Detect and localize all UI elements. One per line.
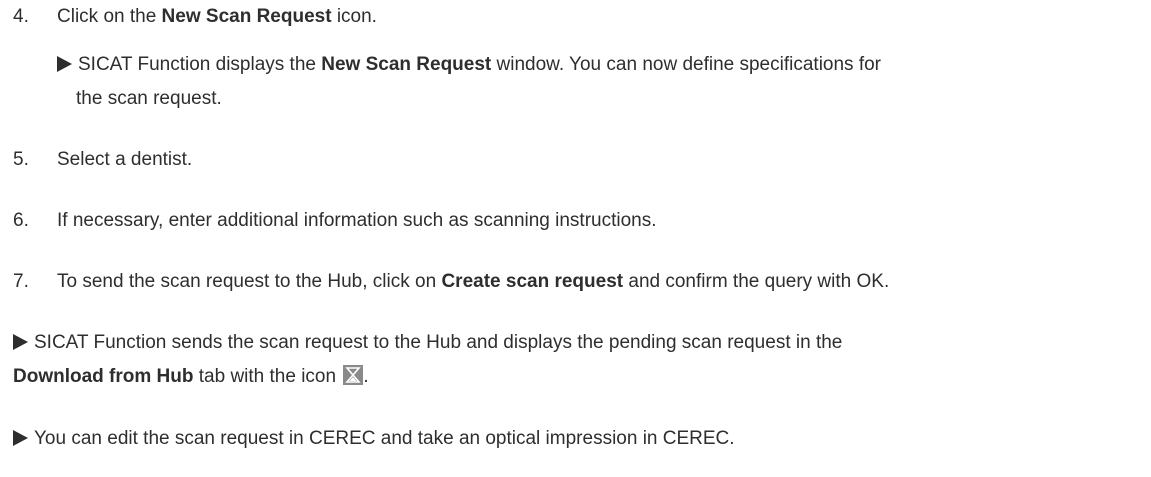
step-text: Click on the New Scan Request icon.: [57, 6, 377, 27]
step-number: 5.: [13, 149, 29, 170]
result-1-line-1: SICAT Function sends the scan request to…: [13, 329, 842, 357]
result-arrow-icon: [13, 334, 28, 350]
step-text: To send the scan request to the Hub, cli…: [57, 271, 890, 292]
ui-term: Create scan request: [441, 271, 624, 292]
ui-term: Download from Hub: [13, 366, 194, 387]
step-text: If necessary, enter additional informati…: [57, 210, 657, 231]
step-number: 4.: [13, 6, 29, 27]
step-4-result-line-1: SICAT Function displays the New Scan Req…: [57, 51, 881, 79]
step-text: Select a dentist.: [57, 149, 193, 170]
document-page: 4. Click on the New Scan Request icon. S…: [0, 0, 1151, 477]
result-arrow-icon: [57, 56, 72, 72]
ui-term: New Scan Request: [161, 6, 332, 27]
ui-term: New Scan Request: [321, 54, 492, 75]
result-arrow-icon: [13, 430, 28, 446]
result-1-line-2: Download from Hub tab with the icon .: [13, 365, 369, 387]
step-4-result-line-2: the scan request.: [76, 88, 222, 109]
step-number: 7.: [13, 271, 29, 292]
result-2-line-1: You can edit the scan request in CEREC a…: [13, 425, 735, 453]
hourglass-icon: [343, 365, 364, 385]
step-number: 6.: [13, 210, 29, 231]
